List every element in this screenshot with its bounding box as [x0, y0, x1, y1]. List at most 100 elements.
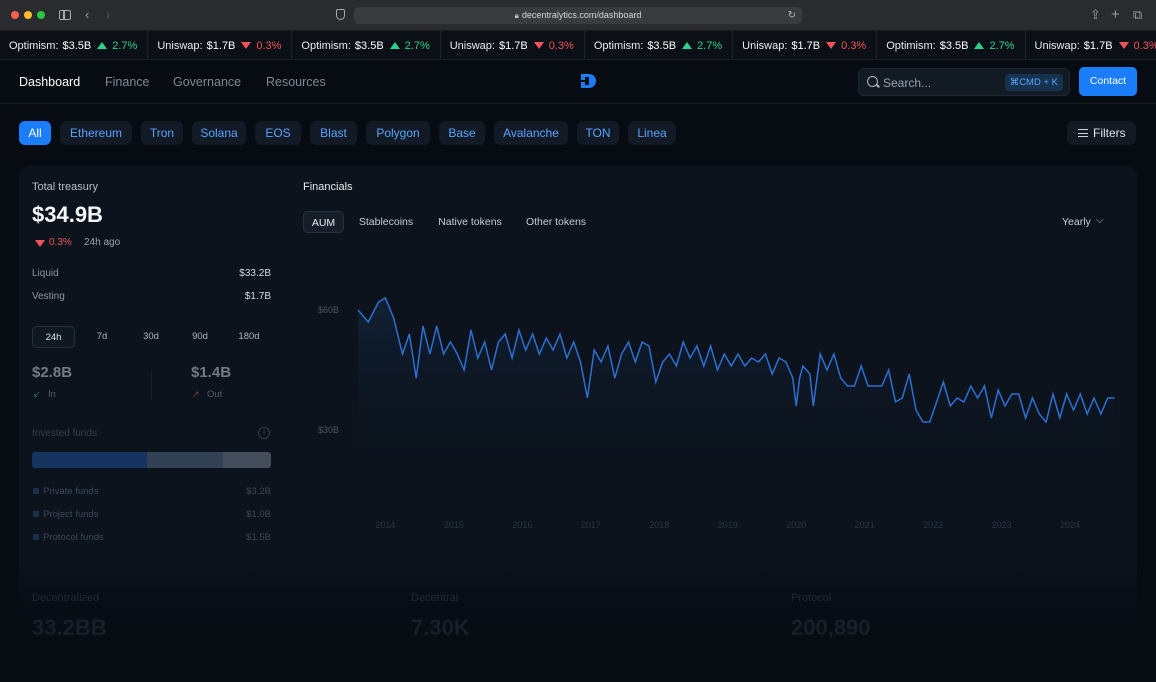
ticker-name: Optimism:	[593, 39, 644, 52]
chain-chip-ethereum[interactable]: Ethereum	[60, 121, 132, 145]
range-24h[interactable]: 24h	[32, 326, 75, 348]
tab-aum[interactable]: AUM	[303, 211, 344, 233]
ticker-item[interactable]: Uniswap:$1.7B 0.3%	[441, 31, 585, 59]
maximize-window-button[interactable]	[37, 11, 45, 19]
out-label: Out	[207, 389, 223, 400]
chain-chip-base[interactable]: Base	[439, 121, 485, 145]
y-tick-label: $60B	[318, 305, 339, 315]
filters-label: Filters	[1093, 126, 1126, 140]
fund-label: Protocol funds	[43, 532, 104, 543]
fund-label: Project funds	[43, 509, 99, 520]
period-dropdown-value: Yearly	[1062, 216, 1091, 228]
legend-swatch	[33, 488, 39, 494]
ticker-change: 2.7%	[404, 39, 430, 52]
sidebar-toggle-icon[interactable]	[59, 10, 71, 20]
x-tick-label: 2023	[992, 520, 1012, 530]
address-bar[interactable]: 🔒︎ decentralytics.com/dashboard ↻	[354, 7, 802, 24]
minimize-window-button[interactable]	[24, 11, 32, 19]
chain-chip-ton[interactable]: TON	[577, 121, 619, 145]
x-tick-label: 2017	[581, 520, 601, 530]
chain-chip-avalanche[interactable]: Avalanche	[494, 121, 568, 145]
search-box[interactable]: Search... ⌘CMD + K	[858, 68, 1070, 96]
filters-button[interactable]: Filters	[1067, 121, 1136, 145]
liquid-label: Liquid	[32, 268, 59, 279]
x-tick-label: 2020	[786, 520, 806, 530]
lock-icon: 🔒︎	[514, 11, 519, 20]
x-tick-label: 2022	[923, 520, 943, 530]
forward-arrow-icon[interactable]: ›	[106, 7, 110, 23]
liquid-value: $33.2B	[239, 268, 271, 279]
ticker-item[interactable]: Optimism: $3.5B 2.7%	[585, 31, 734, 59]
period-dropdown[interactable]: Yearly ⌵	[1054, 211, 1118, 233]
range-30d[interactable]: 30d	[131, 326, 171, 348]
tab-native-tokens[interactable]: Native tokens	[432, 211, 508, 233]
range-180d[interactable]: 180d	[229, 326, 269, 348]
nav-link-finance[interactable]: Finance	[105, 75, 149, 89]
ticker-item[interactable]: Uniswap:$1.7B 0.3%	[148, 31, 293, 59]
ticker-change: 0.3%	[548, 39, 574, 52]
chain-chip-linea[interactable]: Linea	[628, 121, 676, 145]
ticker-item[interactable]: Optimism: $3.5B 2.7%	[292, 31, 441, 59]
financials-title: Financials	[303, 181, 353, 193]
search-input[interactable]: Search...	[883, 76, 931, 90]
nav-link-dashboard[interactable]: Dashboard	[19, 75, 80, 89]
x-tick-label: 2016	[512, 520, 532, 530]
chain-chip-tron[interactable]: Tron	[141, 121, 183, 145]
x-tick-label: 2014	[375, 520, 395, 530]
ticker-item[interactable]: Uniswap:$1.7B 0.3%	[733, 31, 878, 59]
back-arrow-icon[interactable]: ‹	[85, 7, 89, 23]
treasury-total: $34.9B	[32, 202, 103, 227]
nav-link-resources[interactable]: Resources	[266, 75, 326, 89]
price-ticker: Optimism: $3.5B 2.7% Uniswap: $1.7B 0.3% Optim…	[0, 31, 1156, 60]
ticker-change: 0.3%	[841, 39, 867, 52]
down-triangle-icon	[1118, 42, 1129, 49]
ticker-value: $3.5B	[647, 39, 677, 52]
treasury-change: 0.3%	[49, 237, 72, 248]
nav-link-governance[interactable]: Governance	[173, 75, 241, 89]
ticker-change: 2.7%	[112, 39, 138, 52]
treasury-period: 24h ago	[84, 237, 121, 248]
bottom-metric-value-1: 33.2BB	[32, 615, 107, 640]
funds-bar-segment	[146, 452, 224, 468]
search-icon	[867, 76, 878, 87]
tab-stablecoins[interactable]: Stablecoins	[352, 211, 420, 233]
down-triangle-icon	[533, 42, 544, 49]
brand-logo[interactable]	[580, 73, 598, 89]
vesting-value: $1.7B	[244, 291, 271, 302]
ticker-name: Optimism:	[886, 39, 936, 52]
in-arrow-icon: ↙	[33, 389, 41, 399]
legend-swatch	[33, 511, 39, 517]
ticker-name: Uniswap:	[449, 39, 495, 52]
ticker-name: Uniswap:	[157, 39, 203, 52]
ticker-item[interactable]: Optimism: $3.5B 2.7%	[877, 31, 1026, 59]
ticker-item[interactable]: Uniswap:$1.7B 0.3%	[1026, 31, 1156, 59]
ticker-name: Optimism:	[301, 39, 351, 52]
new-tab-icon[interactable]: +	[1111, 7, 1120, 23]
share-icon[interactable]: ⇪	[1090, 7, 1101, 23]
range-90d[interactable]: 90d	[180, 326, 220, 348]
info-icon[interactable]: i	[258, 427, 270, 439]
x-tick-label: 2019	[718, 520, 738, 530]
chain-chip-blast[interactable]: Blast	[310, 121, 357, 145]
bottom-metric-value-3: 200,890	[791, 615, 871, 640]
chain-chip-solana[interactable]: Solana	[192, 121, 246, 145]
out-arrow-icon: ↗	[192, 389, 200, 399]
range-7d[interactable]: 7d	[82, 326, 122, 348]
ticker-name: Uniswap:	[742, 39, 788, 52]
close-window-button[interactable]	[11, 11, 19, 19]
chain-chip-polygon[interactable]: Polygon	[366, 121, 430, 145]
chain-chip-all[interactable]: All	[19, 121, 51, 145]
ticker-item[interactable]: Optimism: $3.5B 2.7%	[0, 31, 149, 59]
fund-value: $1.0B	[246, 509, 271, 520]
ticker-change: 0.3%	[1133, 39, 1156, 52]
y-tick-label: $30B	[318, 425, 339, 435]
shield-icon[interactable]	[336, 9, 345, 20]
tabs-overview-icon[interactable]: ⧉	[1133, 7, 1142, 23]
ticker-value: $1.7B	[791, 39, 821, 52]
legend-swatch	[33, 534, 39, 540]
tab-other-tokens[interactable]: Other tokens	[518, 211, 594, 233]
reload-icon[interactable]: ↻	[788, 7, 796, 24]
in-label: In	[48, 389, 56, 400]
contact-button[interactable]: Contact	[1079, 67, 1137, 96]
chain-chip-eos[interactable]: EOS	[255, 121, 301, 145]
